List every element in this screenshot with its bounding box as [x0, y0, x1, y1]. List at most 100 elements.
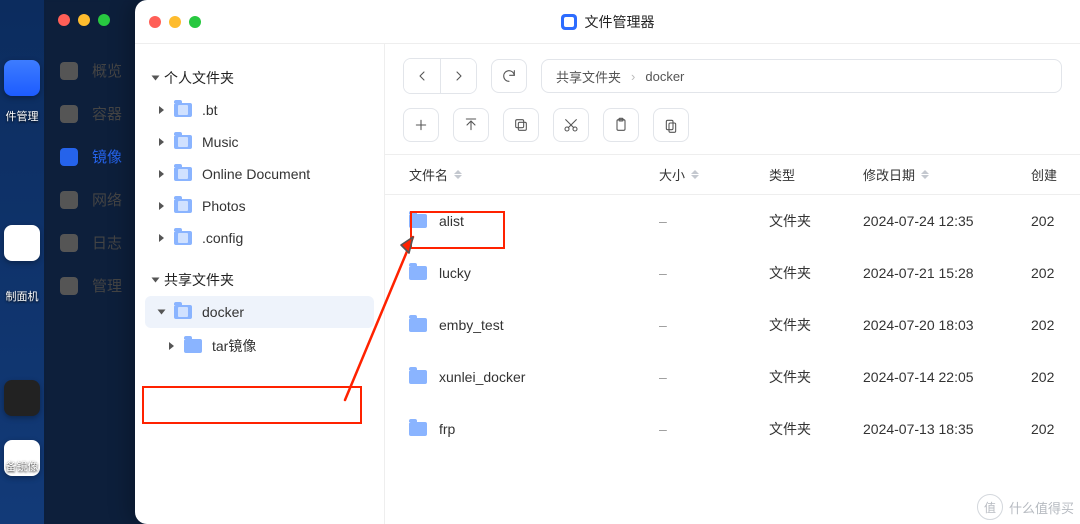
folder-icon: [409, 266, 427, 280]
file-name: alist: [439, 213, 464, 229]
table-row[interactable]: alist–文件夹2024-07-24 12:35202: [385, 195, 1080, 247]
refresh-button[interactable]: [491, 59, 527, 93]
back-button[interactable]: [404, 59, 440, 93]
cut-button[interactable]: [553, 108, 589, 142]
folder-icon: [174, 305, 192, 319]
file-manager-window: 文件管理器 个人文件夹 .bt Music Online Document Photo…: [135, 0, 1080, 524]
col-name[interactable]: 文件名: [403, 165, 659, 184]
file-type: 文件夹: [769, 263, 863, 283]
toolbar: 共享文件夹 › docker: [385, 44, 1080, 108]
tree-item[interactable]: .config: [145, 222, 374, 254]
nav-icon: [60, 148, 78, 166]
file-created: 202: [1031, 317, 1080, 333]
dock-icon[interactable]: [4, 380, 40, 416]
file-modified: 2024-07-21 15:28: [863, 265, 1031, 281]
paste-button[interactable]: [603, 108, 639, 142]
window-controls[interactable]: [58, 14, 110, 26]
file-type: 文件夹: [769, 419, 863, 439]
file-size: –: [659, 317, 769, 333]
tree-item[interactable]: Photos: [145, 190, 374, 222]
back-nav-item[interactable]: 管理: [60, 275, 122, 296]
folder-icon: [184, 339, 202, 353]
section-label: 个人文件夹: [164, 68, 234, 88]
tree-item[interactable]: Music: [145, 126, 374, 158]
folder-icon: [174, 103, 192, 117]
nav-icon: [60, 105, 78, 123]
back-nav-item[interactable]: 容器: [60, 103, 122, 124]
window-controls[interactable]: [149, 16, 201, 28]
col-modified[interactable]: 修改日期: [863, 165, 1031, 184]
back-nav-item[interactable]: 概览: [60, 60, 122, 81]
table-header: 文件名 大小 类型 修改日期 创建: [385, 154, 1080, 195]
duplicate-button[interactable]: [653, 108, 689, 142]
dock-icon[interactable]: [4, 225, 40, 261]
tree-label: Music: [202, 134, 239, 150]
dock-icon[interactable]: [4, 60, 40, 96]
caret-icon: [159, 202, 164, 210]
caret-icon: [159, 106, 164, 114]
file-type: 文件夹: [769, 367, 863, 387]
nav-label: 容器: [92, 103, 122, 124]
table-row[interactable]: frp–文件夹2024-07-13 18:35202: [385, 403, 1080, 455]
nav-icon: [60, 277, 78, 295]
file-created: 202: [1031, 265, 1080, 281]
table-row[interactable]: emby_test–文件夹2024-07-20 18:03202: [385, 299, 1080, 351]
col-size[interactable]: 大小: [659, 165, 769, 184]
crumb[interactable]: 共享文件夹: [556, 67, 621, 86]
section-personal[interactable]: 个人文件夹: [145, 62, 374, 94]
desktop-dock-bg: 件管理 制面机 备镜像: [0, 0, 44, 524]
file-type: 文件夹: [769, 315, 863, 335]
sidebar: 个人文件夹 .bt Music Online Document Photos .conf…: [135, 44, 385, 524]
chevron-right-icon: ›: [631, 69, 635, 84]
file-created: 202: [1031, 369, 1080, 385]
sort-icon: [454, 170, 462, 179]
file-name: emby_test: [439, 317, 504, 333]
tree-item[interactable]: docker: [145, 296, 374, 328]
table-row[interactable]: lucky–文件夹2024-07-21 15:28202: [385, 247, 1080, 299]
nav-icon: [60, 234, 78, 252]
caret-icon: [159, 138, 164, 146]
col-type[interactable]: 类型: [769, 165, 863, 184]
nav-buttons: [403, 58, 477, 94]
forward-button[interactable]: [440, 59, 476, 93]
file-size: –: [659, 369, 769, 385]
folder-icon: [174, 135, 192, 149]
col-created[interactable]: 创建: [1031, 165, 1080, 184]
file-name: xunlei_docker: [439, 369, 525, 385]
watermark: 值 什么值得买: [977, 494, 1074, 520]
back-nav-item[interactable]: 日志: [60, 232, 122, 253]
section-shared[interactable]: 共享文件夹: [145, 264, 374, 296]
tree-label: docker: [202, 304, 244, 320]
nav-icon: [60, 62, 78, 80]
dock-label: 备镜像: [0, 458, 44, 474]
action-bar: [385, 108, 1080, 154]
breadcrumb[interactable]: 共享文件夹 › docker: [541, 59, 1062, 93]
tree-item[interactable]: .bt: [145, 94, 374, 126]
file-type: 文件夹: [769, 211, 863, 231]
nav-label: 网络: [92, 189, 122, 210]
dock-label: 件管理: [0, 108, 44, 124]
tree-label: Photos: [202, 198, 246, 214]
nav-label: 概览: [92, 60, 122, 81]
file-modified: 2024-07-14 22:05: [863, 369, 1031, 385]
titlebar: 文件管理器: [135, 0, 1080, 44]
back-nav-item[interactable]: 镜像: [60, 146, 122, 167]
file-name: lucky: [439, 265, 471, 281]
crumb[interactable]: docker: [645, 69, 684, 84]
tree-label: tar镜像: [212, 336, 256, 356]
upload-button[interactable]: [453, 108, 489, 142]
tree-label: Online Document: [202, 166, 310, 182]
nav-label: 管理: [92, 275, 122, 296]
add-button[interactable]: [403, 108, 439, 142]
copy-button[interactable]: [503, 108, 539, 142]
table-row[interactable]: xunlei_docker –文件夹2024-07-14 22:05202: [385, 351, 1080, 403]
sort-icon: [921, 170, 929, 179]
tree-item[interactable]: Online Document: [145, 158, 374, 190]
folder-icon: [174, 231, 192, 245]
tree-item[interactable]: tar镜像: [145, 328, 374, 364]
back-nav-item[interactable]: 网络: [60, 189, 122, 210]
file-size: –: [659, 213, 769, 229]
folder-icon: [409, 318, 427, 332]
caret-icon: [158, 310, 166, 315]
caret-icon: [159, 170, 164, 178]
